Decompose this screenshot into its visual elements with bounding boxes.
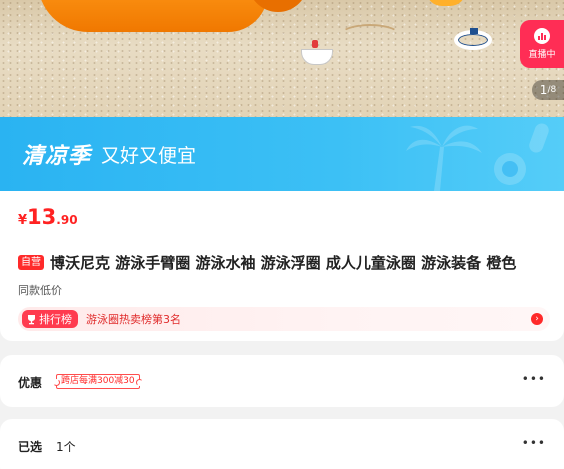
selected-spec-row[interactable]: 已选 1个 •••	[0, 419, 564, 469]
more-dots-icon[interactable]: •••	[522, 436, 546, 450]
selected-value: 1个	[56, 440, 76, 454]
product-title: 博沃尼克 游泳手臂圈 游泳水袖 游泳浮圈 成人儿童泳圈 游泳装备 橙色	[50, 254, 517, 272]
live-chart-icon	[534, 28, 550, 44]
discount-label: 优惠	[18, 376, 43, 390]
palm-tree-decoration-icon	[406, 123, 549, 191]
selected-label: 已选	[18, 440, 43, 454]
product-title-row: 自营 博沃尼克 游泳手臂圈 游泳水袖 游泳浮圈 成人儿童泳圈 游泳装备 橙色	[18, 252, 558, 273]
image-page-indicator: 1/8	[532, 80, 564, 100]
product-price: ¥13.90	[18, 205, 78, 229]
live-stream-badge[interactable]: 直播中	[520, 20, 564, 68]
price-currency: ¥	[18, 213, 28, 228]
chevron-right-icon[interactable]: ›	[531, 313, 543, 325]
price-integer: 13	[27, 205, 57, 229]
trophy-icon	[26, 314, 37, 325]
banner-slogan: 又好又便宜	[101, 144, 197, 167]
orange-arm-float-image	[38, 0, 268, 32]
product-image-gallery[interactable]: 直播中 1/8	[0, 0, 564, 117]
lifebuoy-toy-image	[454, 28, 492, 50]
banner-season-title: 清凉季	[22, 144, 92, 169]
discount-row[interactable]: 优惠 跨店每满300减30 •••	[0, 355, 564, 407]
self-operated-badge: 自营	[18, 255, 44, 270]
ranking-tag-label: 排行榜	[39, 313, 72, 326]
more-dots-icon[interactable]: •••	[522, 372, 546, 386]
product-info-card: ¥13.90 自营 博沃尼克 游泳手臂圈 游泳水袖 游泳浮圈 成人儿童泳圈 游泳…	[0, 191, 564, 341]
ranking-text: 游泳圈热卖榜第3名	[86, 313, 181, 326]
price-decimal: .90	[56, 213, 78, 227]
page-total: /8	[547, 85, 557, 95]
page-current: 1	[539, 83, 548, 97]
rope-image	[340, 24, 400, 46]
live-badge-label: 直播中	[528, 50, 556, 60]
ranking-bar[interactable]: 排行榜 游泳圈热卖榜第3名 ›	[18, 307, 550, 331]
coupon-tag: 跨店每满300减30	[53, 374, 143, 389]
ranking-tag: 排行榜	[22, 310, 78, 328]
promo-banner[interactable]: 清凉季 又好又便宜	[0, 117, 564, 191]
same-item-low-price-label: 同款低价	[18, 284, 62, 297]
